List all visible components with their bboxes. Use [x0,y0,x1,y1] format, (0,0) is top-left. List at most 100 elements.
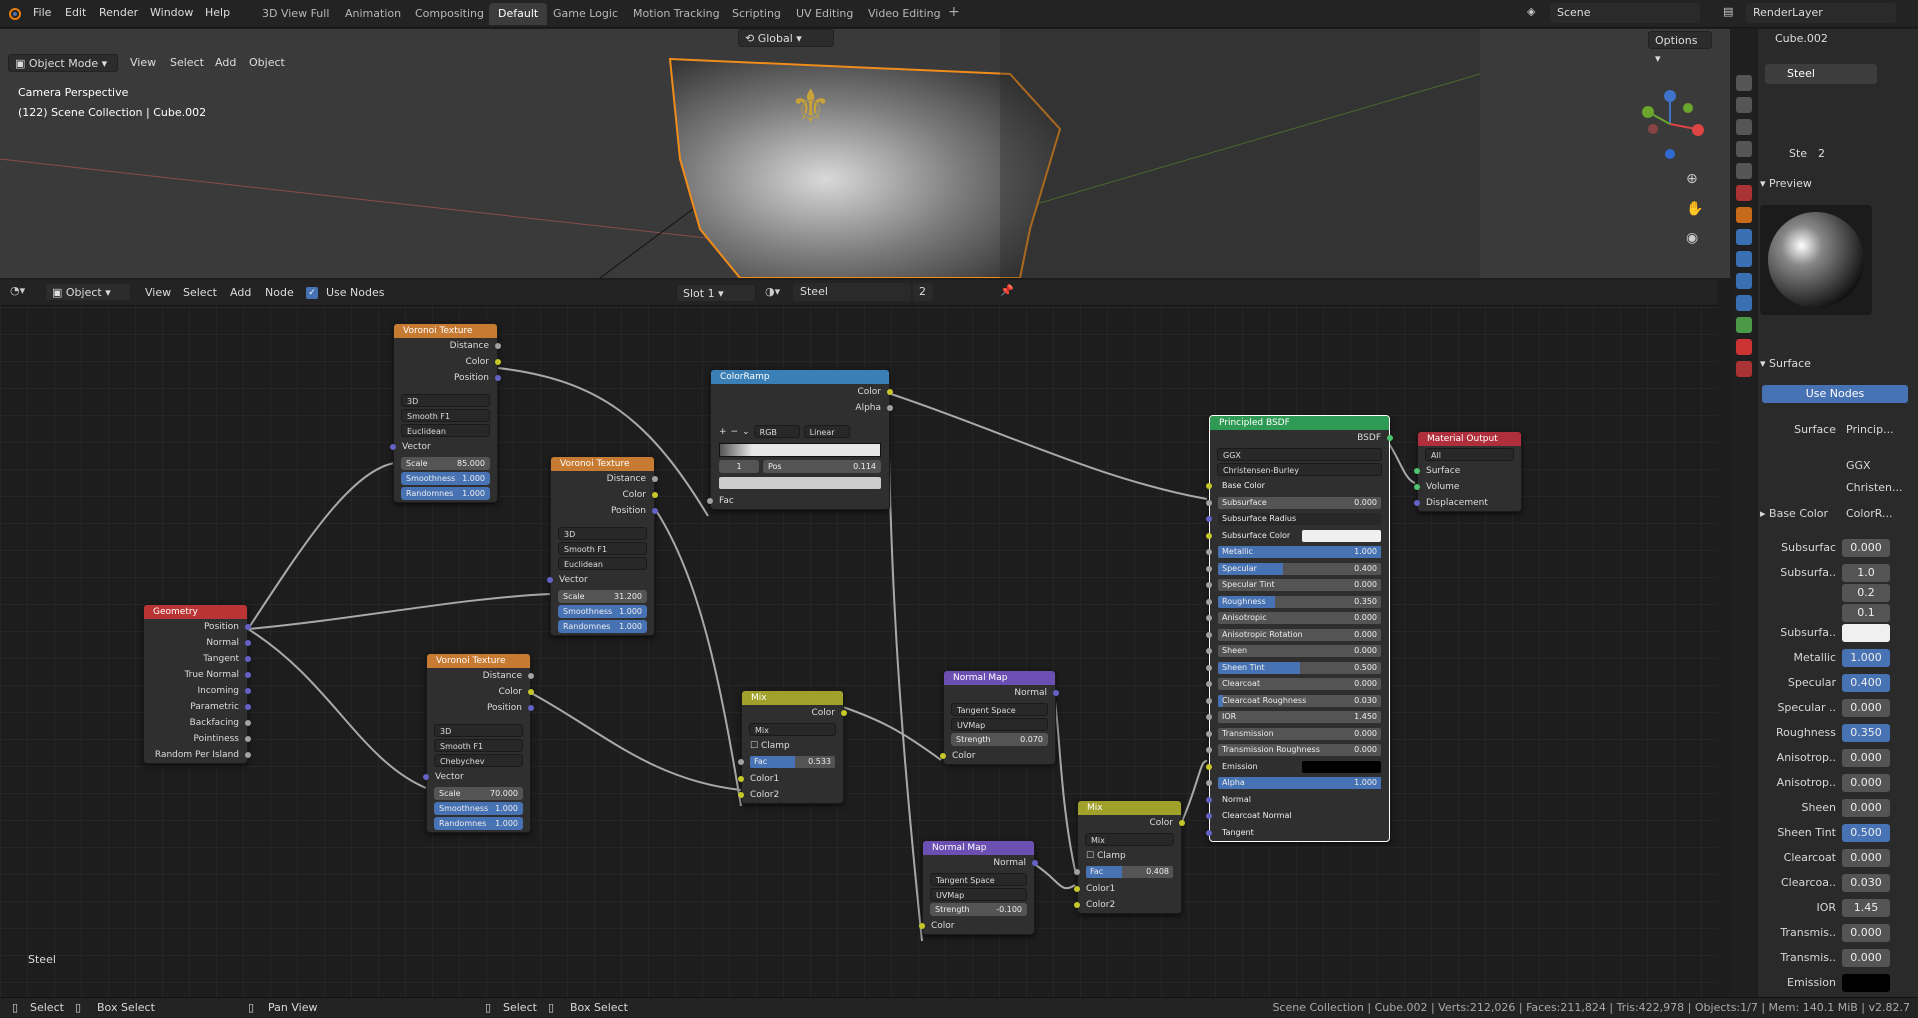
metric-dropdown[interactable]: Euclidean [401,424,490,437]
output-position[interactable]: Position [551,503,658,519]
feature-dropdown[interactable]: Smooth F1 [558,542,647,555]
prop-value-14[interactable]: 0.030 [1842,874,1890,892]
node-header[interactable]: Normal Map [944,671,1055,685]
prop-value-13[interactable]: 0.000 [1842,849,1890,867]
material-browse-icon[interactable]: ◑▾ [765,285,780,298]
output-backfacing[interactable]: Backfacing [144,715,251,731]
tool-tab-icon[interactable] [1736,75,1752,91]
feature-dropdown[interactable]: Smooth F1 [401,409,490,422]
output-distance[interactable]: Distance [551,471,658,487]
fac-slider[interactable]: Fac 0.533 [738,754,843,771]
input-color1[interactable]: Color1 [1074,881,1181,897]
mix-node-1[interactable]: Mix Color Mix ☐ Clamp Fac 0.533 Color1 Co… [738,690,847,804]
clamp-checkbox[interactable]: ☐ Clamp [1078,848,1181,864]
bsdf-input-metallic[interactable]: Metallic 1.000 [1206,544,1389,561]
bsdf-input-normal[interactable]: Normal [1206,792,1389,809]
3d-viewport[interactable]: ⚜ ▣ Object Mode ▾ View Select Add Object… [0,29,1730,278]
feature-dropdown[interactable]: Smooth F1 [434,739,523,752]
shader-node-editor[interactable]: Voronoi Texture Distance Color Position … [0,280,1718,997]
input-color1[interactable]: Color1 [738,771,843,787]
object-mode-dropdown[interactable]: ▣ Object Mode ▾ [8,54,118,72]
output-color[interactable]: Color [711,384,893,400]
tab-default[interactable]: Default [489,3,548,25]
texture-tab-icon[interactable] [1736,361,1752,377]
output-true-normal[interactable]: True Normal [144,667,251,683]
bsdf-input-subsurface-radius[interactable]: Subsurface Radius [1206,511,1389,528]
bsdf-input-tangent[interactable]: Tangent [1206,825,1389,842]
input-color2[interactable]: Color2 [1074,897,1181,913]
prop-value-11[interactable]: 0.000 [1842,799,1890,817]
preview-panel-header[interactable]: ▾ Preview [1760,177,1812,190]
normal-map-node-1[interactable]: Normal Map Normal Tangent Space UVMap St… [940,670,1059,765]
output-incoming[interactable]: Incoming [144,683,251,699]
bsdf-input-clearcoat-roughness[interactable]: Clearcoat Roughness 0.030 [1206,693,1389,710]
input-surface[interactable]: Surface [1414,463,1521,479]
tab-motion-tracking[interactable]: Motion Tracking [624,3,729,25]
material-users-field[interactable]: 2 [1815,145,1831,163]
data-tab-icon[interactable] [1736,317,1752,333]
tab-scripting[interactable]: Scripting [723,3,790,25]
scale-field[interactable]: Scale 85.000 [401,457,490,470]
input-fac[interactable]: Fac [707,493,889,509]
menu-window[interactable]: Window [143,0,200,26]
uvmap-field[interactable]: UVMap [951,718,1048,731]
object-tab-icon[interactable] [1736,207,1752,223]
pin-icon[interactable]: 📌 [1000,284,1014,297]
world-tab-icon[interactable] [1736,185,1752,201]
base-color-label[interactable]: ▸ Base Color [1760,507,1836,520]
voronoi-texture-node-3[interactable]: Voronoi Texture Distance Color Position … [423,653,534,833]
use-nodes-button[interactable]: Use Nodes [1762,385,1908,403]
viewport-menu-view[interactable]: View [130,54,156,72]
input-color[interactable]: Color [919,918,1034,934]
strength-field[interactable]: Strength 0.070 [951,733,1048,746]
navigation-gizmo[interactable] [1630,84,1710,164]
principled-bsdf-node[interactable]: Principled BSDF BSDF GGX Christensen-Bur… [1206,415,1393,842]
prop-value-9[interactable]: 0.000 [1842,749,1890,767]
node-header[interactable]: Voronoi Texture [427,654,530,668]
zoom-icon[interactable]: ⊕ [1686,171,1698,187]
ramp-menu-icon[interactable]: ⌄ [742,424,750,440]
node-header[interactable]: Normal Map [923,841,1034,855]
smoothness-field[interactable]: Smoothness 1.000 [558,605,647,618]
output-color[interactable]: Color [742,705,847,721]
menu-file[interactable]: File [26,0,58,26]
prop-value-6[interactable]: 0.400 [1842,674,1890,692]
output-position[interactable]: Position [427,700,534,716]
randomness-field[interactable]: Randomnes 1.000 [558,620,647,633]
prop-value-15[interactable]: 1.45 [1842,899,1890,917]
surface-shader-field[interactable]: Princip... [1842,421,1904,439]
bsdf-input-anisotropic[interactable]: Anisotropic 0.000 [1206,610,1389,627]
bsdf-input-emission[interactable]: Emission [1206,759,1389,776]
dimensions-dropdown[interactable]: 3D [434,724,523,737]
space-dropdown[interactable]: Tangent Space [951,703,1048,716]
menu-help[interactable]: Help [198,0,237,26]
distribution-dropdown[interactable]: GGX [1842,457,1912,475]
add-workspace-icon[interactable]: + [948,4,960,20]
output-position[interactable]: Position [144,619,251,635]
slot-dropdown[interactable]: Slot 1 ▾ [676,284,756,302]
scale-field[interactable]: Scale 31.200 [558,590,647,603]
prop-value-12[interactable]: 0.500 [1842,824,1890,842]
blender-logo-icon[interactable] [6,5,22,21]
transform-orientation-dropdown[interactable]: ⟲ Global ▾ [738,29,834,47]
distribution-dropdown[interactable]: GGX [1217,448,1382,461]
stop-index-field[interactable]: 1 [719,460,759,473]
node-header[interactable]: Voronoi Texture [551,457,654,471]
clamp-checkbox[interactable]: ☐ Clamp [742,738,843,754]
prop-value-7[interactable]: 0.000 [1842,699,1890,717]
bsdf-input-transmission[interactable]: Transmission 0.000 [1206,726,1389,743]
node-header[interactable]: Mix [742,691,843,705]
prop-value-17[interactable]: 0.000 [1842,949,1890,967]
bsdf-input-alpha[interactable]: Alpha 1.000 [1206,775,1389,792]
prop-value-0[interactable]: 0.000 [1842,539,1890,557]
node-header[interactable]: ColorRamp [711,370,889,384]
tab-compositing[interactable]: Compositing [406,3,493,25]
menu-edit[interactable]: Edit [58,0,93,26]
output-normal[interactable]: Normal [923,855,1038,871]
input-color[interactable]: Color [940,748,1055,764]
viewport-menu-object[interactable]: Object [249,54,285,72]
output-color[interactable]: Color [1078,815,1185,831]
fac-slider[interactable]: Fac 0.408 [1074,864,1181,881]
surface-panel-header[interactable]: ▾ Surface [1760,357,1811,370]
options-dropdown[interactable]: Options ▾ [1648,31,1712,65]
